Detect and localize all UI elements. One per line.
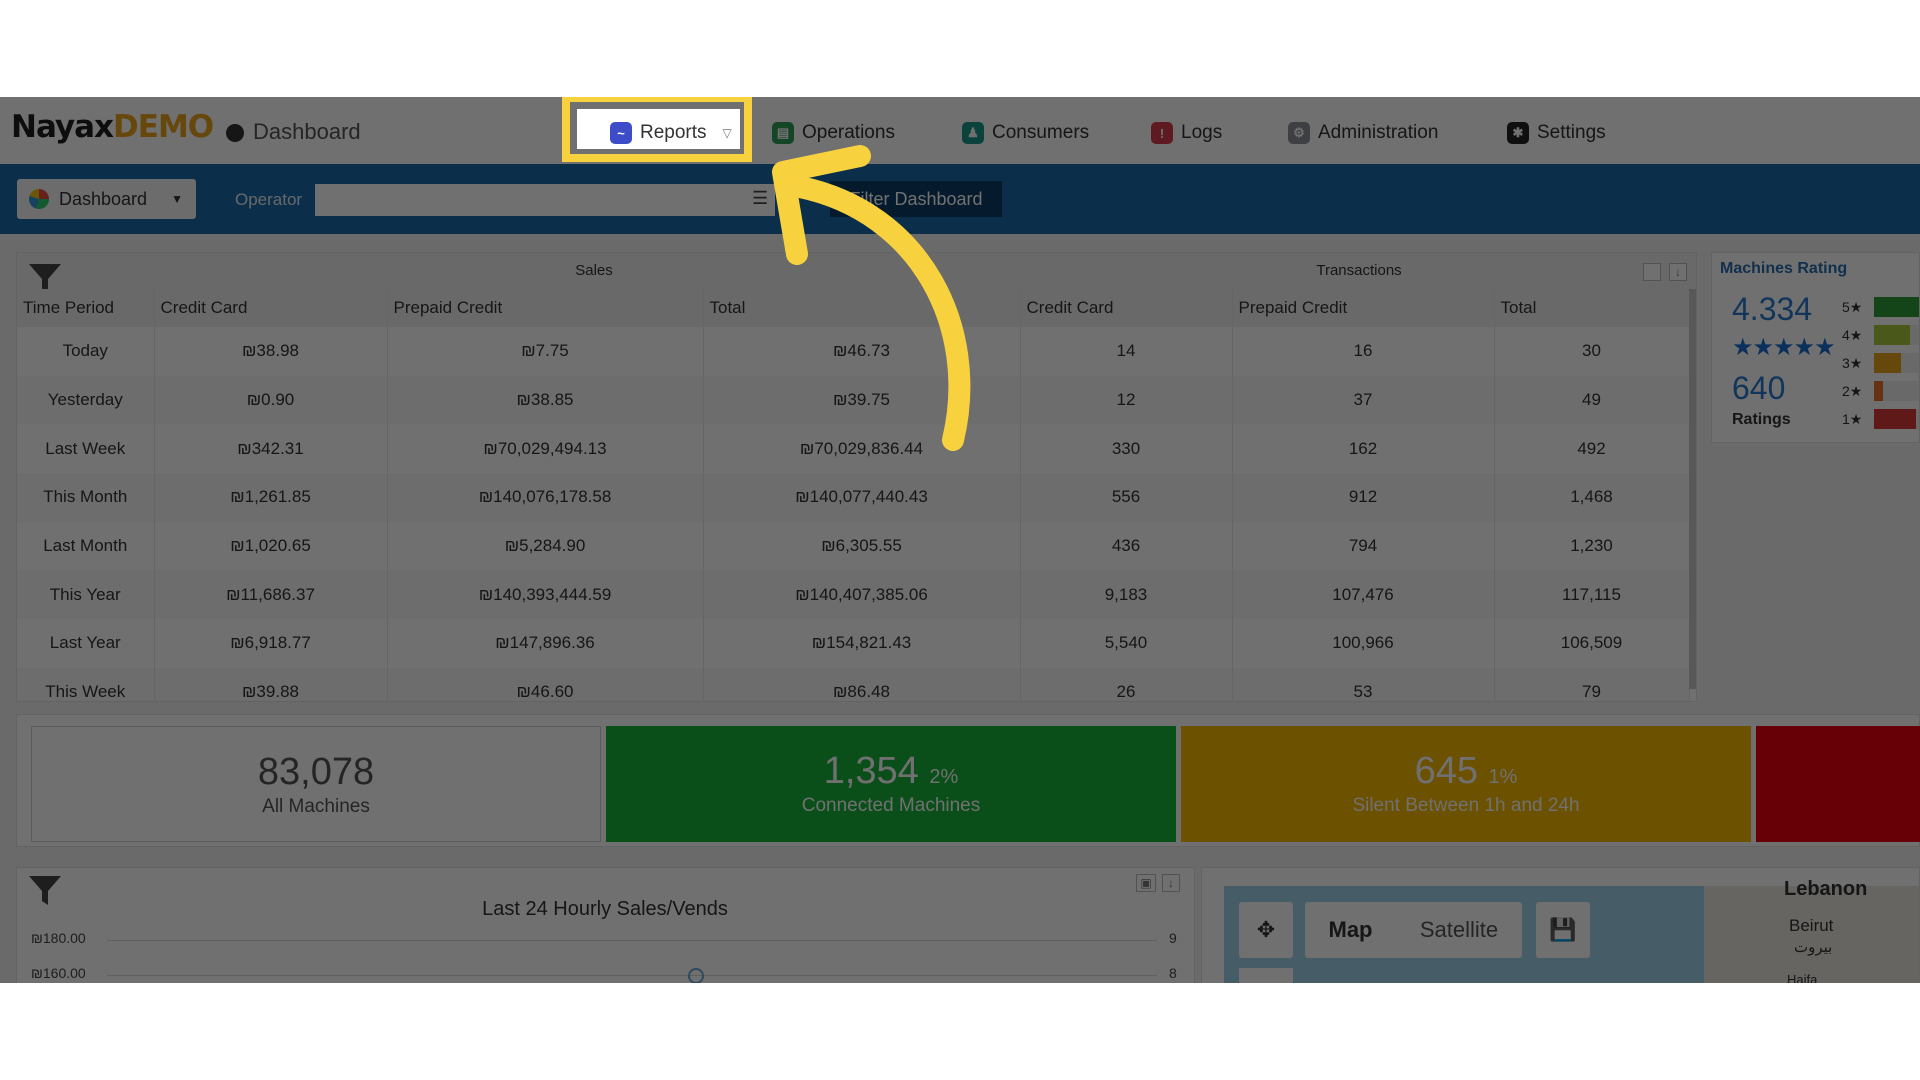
- tutorial-highlight-box: [562, 97, 752, 162]
- dashboard-screen: NayaxDEMO Dashboard ~ Reports ▽ ▤ Operat…: [0, 97, 1920, 983]
- tutorial-highlight-layer: ~ Reports ▽: [0, 97, 1920, 983]
